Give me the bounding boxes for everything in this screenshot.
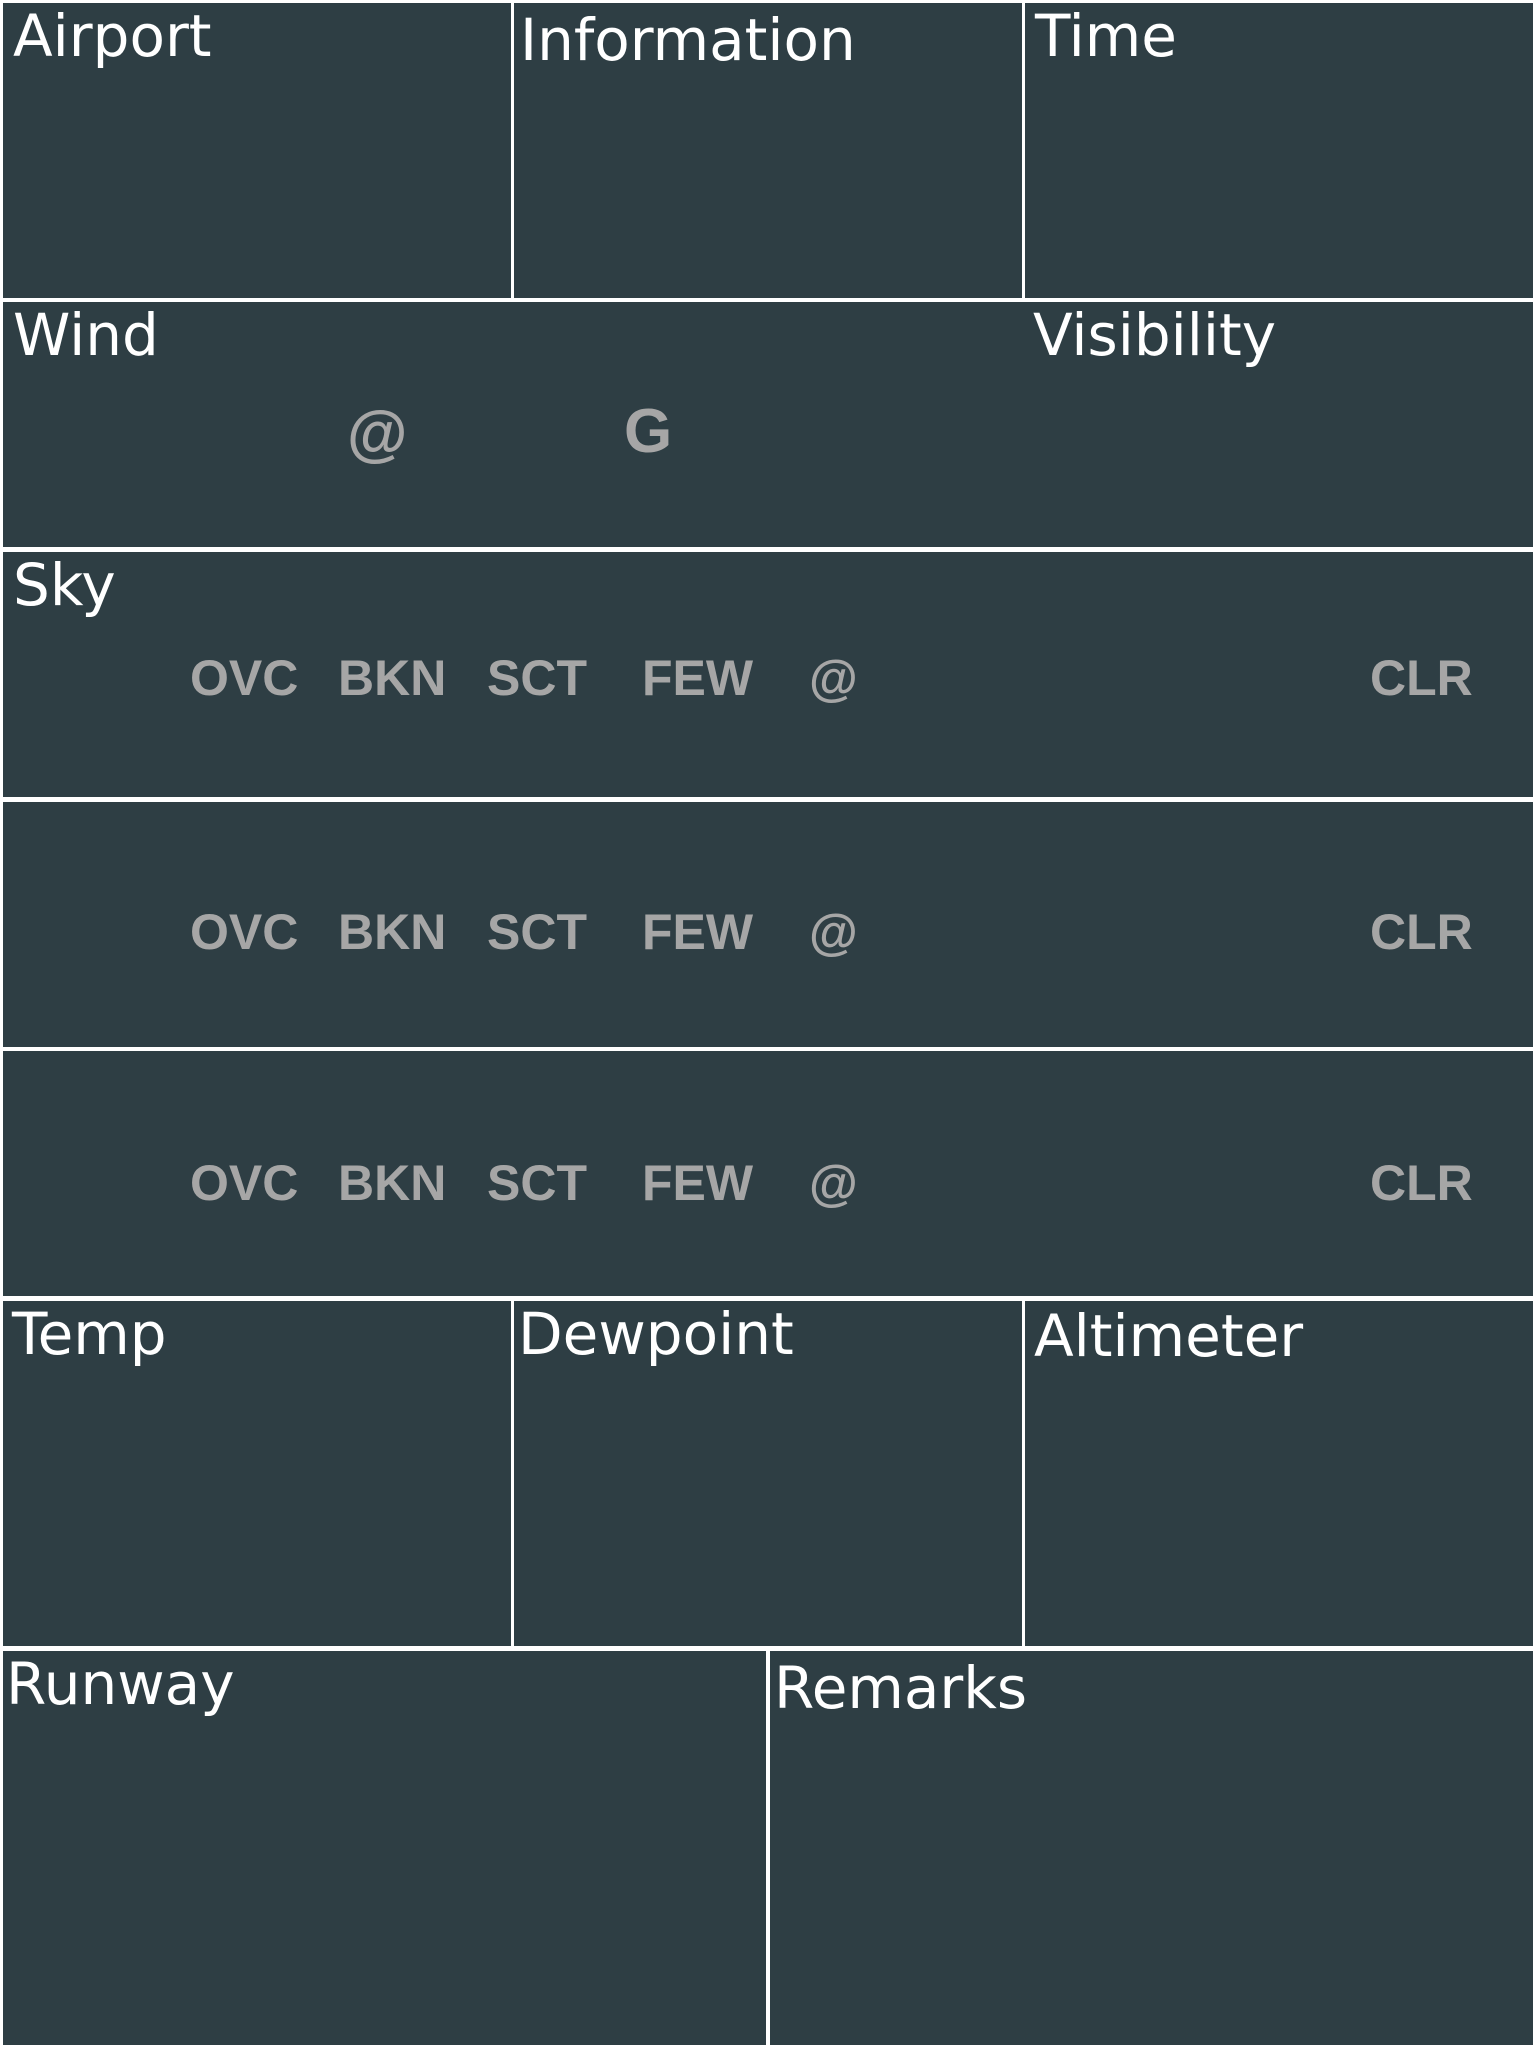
- sky-label: Sky: [13, 551, 116, 619]
- sky-ovc-option[interactable]: OVC: [190, 902, 298, 962]
- sky-at-symbol: @: [809, 1155, 858, 1211]
- sky-clr-option[interactable]: CLR: [1370, 1153, 1473, 1213]
- runway-label: Runway: [6, 1650, 235, 1718]
- airport-cell[interactable]: Airport: [3, 2, 511, 298]
- altimeter-label: Altimeter: [1034, 1302, 1304, 1370]
- sky-few-option[interactable]: FEW: [642, 902, 753, 962]
- sky-bkn-option[interactable]: BKN: [338, 902, 446, 962]
- dewpoint-label: Dewpoint: [518, 1300, 794, 1368]
- sky-ovc-option[interactable]: OVC: [190, 1153, 298, 1213]
- wind-at-symbol: @: [347, 399, 408, 468]
- sky-at-symbol: @: [809, 650, 858, 706]
- sky-at-symbol: @: [809, 904, 858, 960]
- wind-visibility-row: Wind @ G Visibility: [3, 301, 1533, 547]
- time-label: Time: [1035, 2, 1177, 70]
- sky-layer-row[interactable]: Sky OVC BKN SCT FEW @ CLR: [3, 551, 1533, 797]
- sky-clr-option[interactable]: CLR: [1370, 648, 1473, 708]
- sky-clr-option[interactable]: CLR: [1370, 902, 1473, 962]
- sky-ovc-option[interactable]: OVC: [190, 648, 298, 708]
- information-cell[interactable]: Information: [514, 3, 1022, 298]
- sky-sct-option[interactable]: SCT: [487, 902, 587, 962]
- altimeter-cell[interactable]: Altimeter: [1025, 1301, 1533, 1646]
- sky-layer-row[interactable]: OVC BKN SCT FEW @ CLR: [3, 802, 1533, 1047]
- dewpoint-cell[interactable]: Dewpoint: [514, 1300, 1022, 1646]
- sky-bkn-option[interactable]: BKN: [338, 648, 446, 708]
- remarks-label: Remarks: [774, 1654, 1028, 1722]
- temp-label: Temp: [12, 1300, 167, 1368]
- time-cell[interactable]: Time: [1025, 2, 1533, 298]
- sky-sct-option[interactable]: SCT: [487, 648, 587, 708]
- runway-cell[interactable]: Runway: [3, 1650, 766, 2045]
- sky-layer-row[interactable]: OVC BKN SCT FEW @ CLR: [3, 1051, 1533, 1296]
- temp-cell[interactable]: Temp: [3, 1300, 511, 1646]
- sky-bkn-option[interactable]: BKN: [338, 1153, 446, 1213]
- sky-sct-option[interactable]: SCT: [487, 1153, 587, 1213]
- visibility-label: Visibility: [1033, 301, 1277, 369]
- airport-label: Airport: [13, 2, 212, 70]
- sky-few-option[interactable]: FEW: [642, 648, 753, 708]
- wind-label: Wind: [13, 301, 159, 369]
- sky-few-option[interactable]: FEW: [642, 1153, 753, 1213]
- wind-gust-marker: G: [624, 397, 673, 466]
- remarks-cell[interactable]: Remarks: [770, 1651, 1533, 2045]
- information-label: Information: [520, 6, 856, 74]
